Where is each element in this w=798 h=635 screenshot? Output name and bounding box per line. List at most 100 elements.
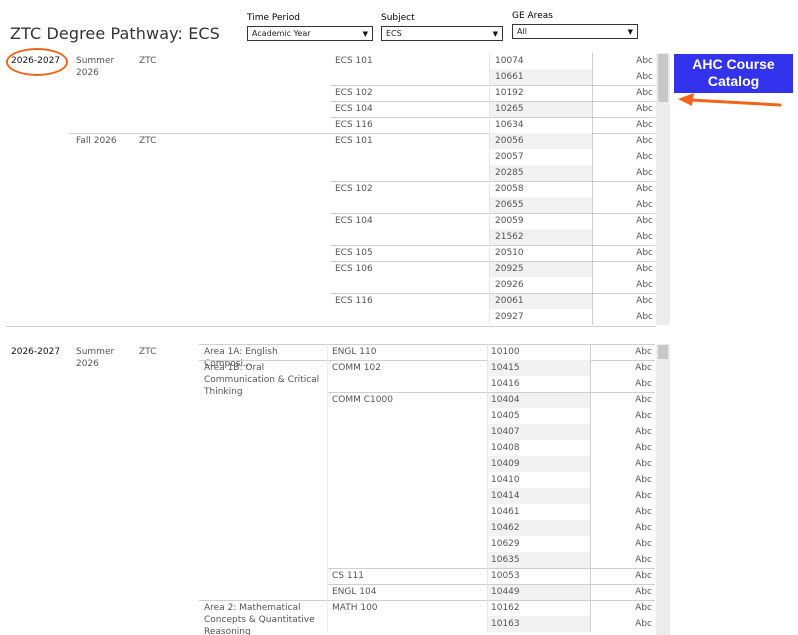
crn-value: 10414 xyxy=(491,491,520,501)
course-code: ECS 101 xyxy=(335,56,373,66)
abc-cell: Abc xyxy=(636,168,653,178)
subject-dropdown[interactable]: ECS ▼ xyxy=(381,26,503,41)
course-code: ECS 106 xyxy=(335,264,373,274)
course-code: ECS 104 xyxy=(335,216,373,226)
crn-value: 10192 xyxy=(495,88,524,98)
crn-value: 20926 xyxy=(495,280,524,290)
course-code: COMM 102 xyxy=(332,363,381,373)
crn-value: 20059 xyxy=(495,216,524,226)
abc-cell: Abc xyxy=(636,232,653,242)
abc-cell: Abc xyxy=(636,56,653,66)
abc-cell: Abc xyxy=(635,491,652,501)
crn-value: 10407 xyxy=(491,427,520,437)
arrow-left-icon xyxy=(678,93,782,107)
crn-value: 20927 xyxy=(495,312,524,322)
abc-cell: Abc xyxy=(635,459,652,469)
abc-cell: Abc xyxy=(635,475,652,485)
abc-cell: Abc xyxy=(635,571,652,581)
abc-cell: Abc xyxy=(636,312,653,322)
abc-cell: Abc xyxy=(636,72,653,82)
crn-value: 10163 xyxy=(491,619,520,629)
course-code: ECS 102 xyxy=(335,88,373,98)
abc-cell: Abc xyxy=(636,296,653,306)
time-period-filter: Time Period Academic Year ▼ xyxy=(247,12,373,41)
ge-areas-filter: GE Areas All ▼ xyxy=(512,10,638,39)
crn-value: 10635 xyxy=(491,555,520,565)
course-code: COMM C1000 xyxy=(332,395,393,405)
abc-cell: Abc xyxy=(635,411,652,421)
scrollbar-thumb[interactable] xyxy=(658,54,668,102)
course-code: ENGL 110 xyxy=(332,347,377,357)
course-code: CS 111 xyxy=(332,571,365,581)
ztc-label: ZTC xyxy=(139,347,157,357)
abc-cell: Abc xyxy=(635,427,652,437)
ge-area-label: Area 2: Mathematical Concepts & Quantita… xyxy=(204,603,315,635)
ztc-label: ZTC xyxy=(139,56,157,66)
abc-cell: Abc xyxy=(636,264,653,274)
abc-cell: Abc xyxy=(635,587,652,597)
term-label: Summer 2026 xyxy=(76,347,115,369)
abc-cell: Abc xyxy=(635,603,652,613)
crn-value: 10100 xyxy=(491,347,520,357)
course-code: ECS 104 xyxy=(335,104,373,114)
subject-value: ECS xyxy=(386,29,402,38)
crn-value: 10053 xyxy=(491,571,520,581)
crn-value: 21562 xyxy=(495,232,524,242)
crn-value: 10661 xyxy=(495,72,524,82)
abc-cell: Abc xyxy=(635,395,652,405)
abc-cell: Abc xyxy=(635,379,652,389)
subject-label: Subject xyxy=(381,13,415,23)
time-period-value: Academic Year xyxy=(252,29,311,38)
course-code: ECS 102 xyxy=(335,184,373,194)
abc-cell: Abc xyxy=(636,200,653,210)
course-code: ENGL 104 xyxy=(332,587,377,597)
ahc-course-catalog-button[interactable]: AHC Course Catalog xyxy=(674,54,793,93)
crn-value: 20655 xyxy=(495,200,524,210)
abc-cell: Abc xyxy=(635,363,652,373)
abc-cell: Abc xyxy=(635,539,652,549)
abc-cell: Abc xyxy=(636,120,653,130)
page-title: ZTC Degree Pathway: ECS xyxy=(10,24,220,43)
crn-value: 20056 xyxy=(495,136,524,146)
scrollbar-thumb[interactable] xyxy=(658,345,668,359)
crn-value: 20510 xyxy=(495,248,524,258)
crn-value: 10408 xyxy=(491,443,520,453)
abc-cell: Abc xyxy=(636,280,653,290)
crn-value: 20057 xyxy=(495,152,524,162)
abc-cell: Abc xyxy=(635,619,652,629)
academic-year: 2026-2027 xyxy=(11,56,61,66)
abc-cell: Abc xyxy=(635,507,652,517)
crn-value: 20058 xyxy=(495,184,524,194)
abc-cell: Abc xyxy=(636,152,653,162)
course-code: MATH 100 xyxy=(332,603,378,613)
crn-value: 20061 xyxy=(495,296,524,306)
abc-cell: Abc xyxy=(635,347,652,357)
crn-value: 10462 xyxy=(491,523,520,533)
time-period-label: Time Period xyxy=(247,13,300,23)
scrollbar-track[interactable] xyxy=(656,344,670,635)
crn-value: 10449 xyxy=(491,587,520,597)
time-period-dropdown[interactable]: Academic Year ▼ xyxy=(247,26,373,41)
term-label: Summer 2026 xyxy=(76,56,115,78)
crn-value: 10074 xyxy=(495,56,524,66)
crn-value: 20925 xyxy=(495,264,524,274)
abc-cell: Abc xyxy=(635,555,652,565)
chevron-down-icon: ▼ xyxy=(492,30,498,38)
course-code: ECS 105 xyxy=(335,248,373,258)
crn-value: 10404 xyxy=(491,395,520,405)
subject-filter: Subject ECS ▼ xyxy=(381,12,503,41)
abc-cell: Abc xyxy=(636,88,653,98)
abc-cell: Abc xyxy=(636,248,653,258)
crn-value: 10405 xyxy=(491,411,520,421)
ge-areas-label: GE Areas xyxy=(512,11,553,21)
abc-cell: Abc xyxy=(636,216,653,226)
ge-areas-value: All xyxy=(517,27,527,36)
chevron-down-icon: ▼ xyxy=(627,28,633,36)
ge-areas-dropdown[interactable]: All ▼ xyxy=(512,24,638,39)
abc-cell: Abc xyxy=(636,136,653,146)
crn-value: 10634 xyxy=(495,120,524,130)
academic-year: 2026-2027 xyxy=(11,347,61,357)
crn-value: 10415 xyxy=(491,363,520,373)
course-code: ECS 101 xyxy=(335,136,373,146)
crn-value: 10265 xyxy=(495,104,524,114)
